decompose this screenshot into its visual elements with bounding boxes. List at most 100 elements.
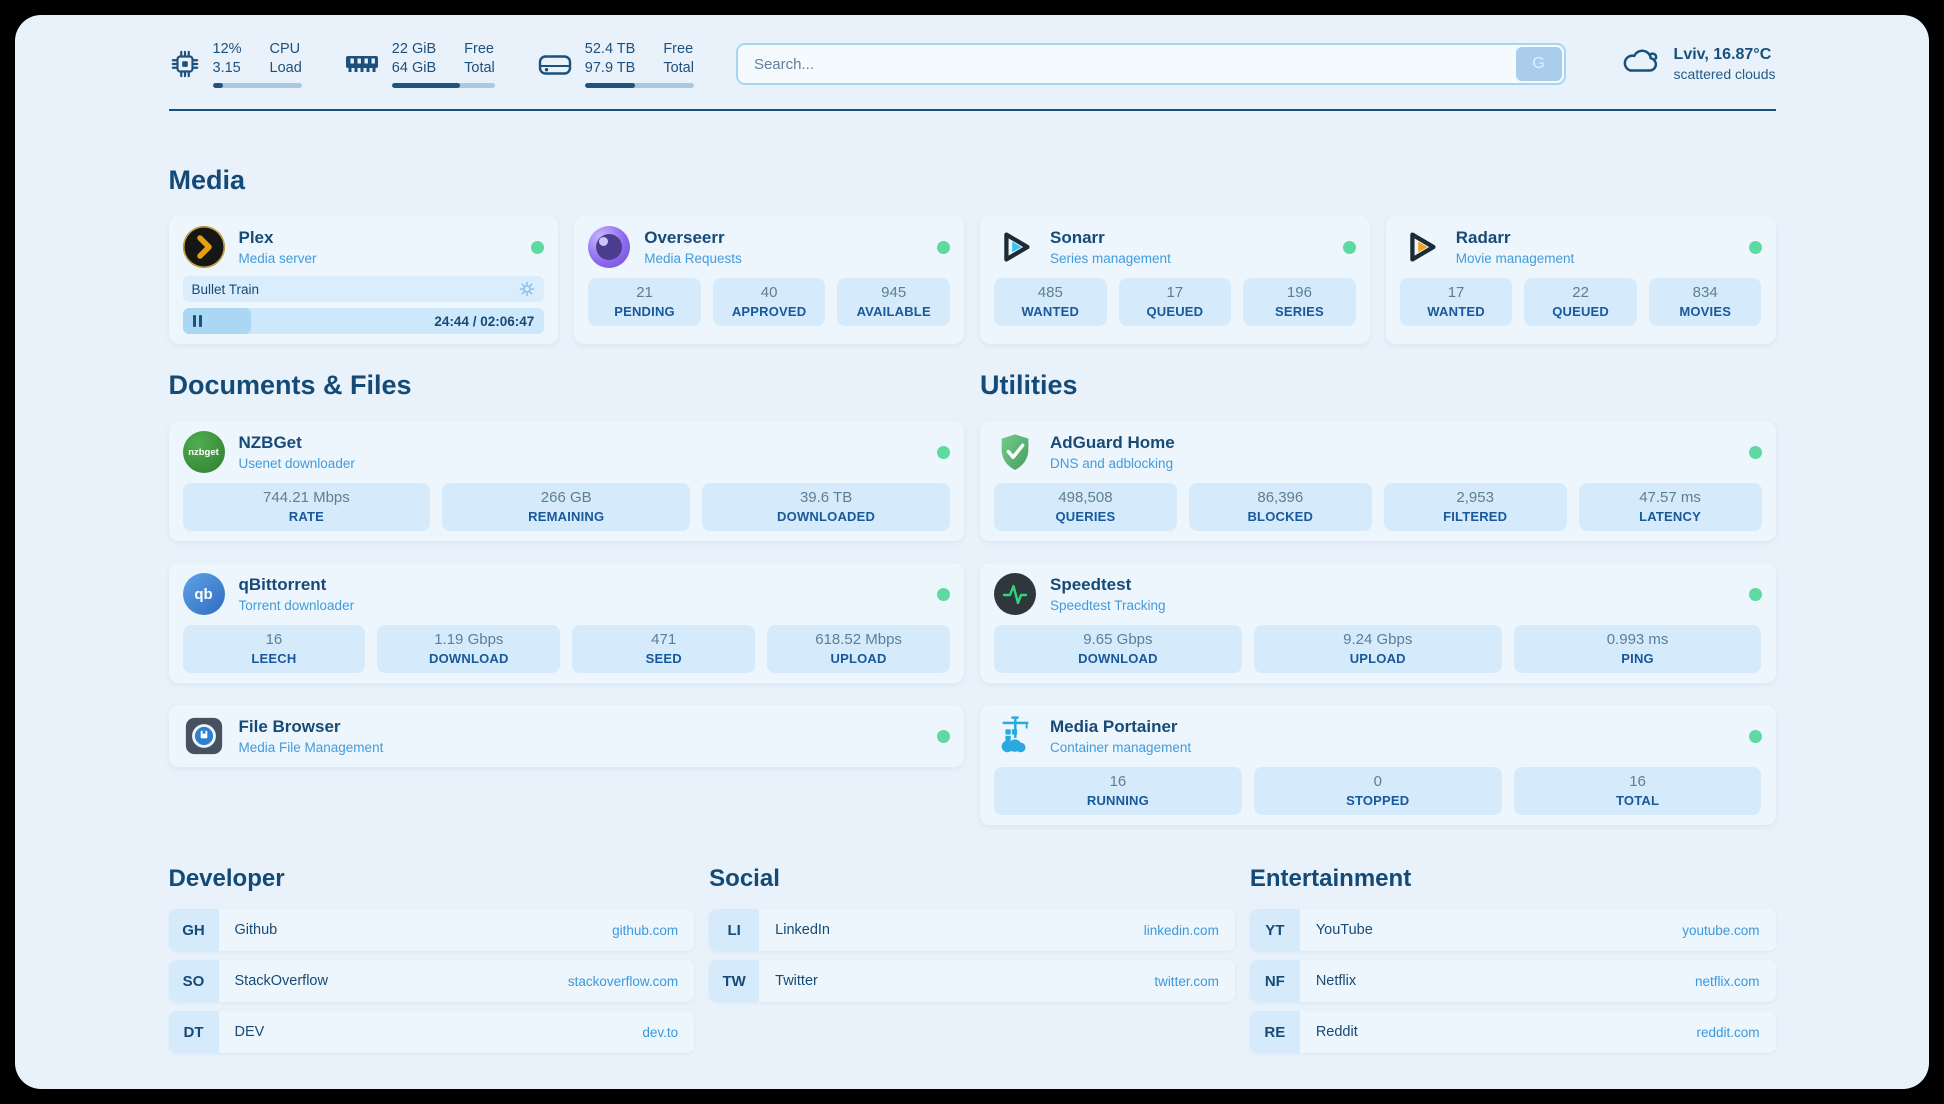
service-subtitle: Torrent downloader: [239, 598, 355, 613]
stat-box: 16RUNNING: [994, 767, 1242, 815]
status-dot: [1749, 730, 1762, 743]
portainer-card[interactable]: Media Portainer Container management 16R…: [980, 705, 1776, 825]
status-dot: [1749, 588, 1762, 601]
speedtest-card[interactable]: Speedtest Speedtest Tracking 9.65 GbpsDO…: [980, 563, 1776, 683]
service-subtitle: Speedtest Tracking: [1050, 598, 1166, 613]
disk-progress-bar: [585, 83, 694, 88]
overseerr-card[interactable]: Overseerr Media Requests 21PENDING 40APP…: [574, 216, 964, 344]
bookmark-netflix[interactable]: NF Netflix netflix.com: [1250, 960, 1776, 1002]
weather-widget: Lviv, 16.87°C scattered clouds: [1620, 45, 1776, 84]
bookmark-url[interactable]: github.com: [612, 923, 678, 938]
resource-widgets: 12%3.15 CPULoad 22: [169, 40, 694, 89]
playback-time: 24:44 / 02:06:47: [434, 314, 534, 329]
bookmark-name: StackOverflow: [235, 973, 328, 989]
utilities-column: Utilities AdGuard Home: [980, 344, 1776, 825]
bookmarks-area: Developer GH Github github.com SO StackO…: [169, 865, 1776, 1089]
service-subtitle: DNS and adblocking: [1050, 456, 1175, 471]
bookmark-url[interactable]: youtube.com: [1682, 923, 1759, 938]
bookmark-name: Netflix: [1316, 973, 1356, 989]
plex-card[interactable]: Plex Media server Bullet Train 24:44 /: [169, 216, 559, 344]
bookmark-github[interactable]: GH Github github.com: [169, 909, 695, 951]
service-name: Overseerr: [644, 228, 742, 248]
nzbget-card[interactable]: nzbget NZBGet Usenet downloader 744.21 M…: [169, 421, 965, 541]
bookmark-abbr: YT: [1250, 909, 1300, 951]
ram-total-label: Total: [464, 59, 495, 78]
bookmark-youtube[interactable]: YT YouTube youtube.com: [1250, 909, 1776, 951]
filebrowser-icon: [183, 715, 225, 757]
nzbget-icon: nzbget: [183, 431, 225, 473]
ram-free-value: 22 GiB: [392, 40, 436, 59]
media-cards-row: Plex Media server Bullet Train 24:44 /: [169, 216, 1776, 344]
service-name: NZBGet: [239, 433, 355, 453]
bookmark-url[interactable]: linkedin.com: [1144, 923, 1219, 938]
bookmark-abbr: NF: [1250, 960, 1300, 1002]
cpu-label: CPU: [270, 40, 302, 59]
filebrowser-card[interactable]: File Browser Media File Management: [169, 705, 965, 767]
google-search-button[interactable]: G: [1516, 47, 1562, 81]
bookmark-url[interactable]: twitter.com: [1154, 974, 1219, 989]
service-name: Sonarr: [1050, 228, 1171, 248]
section-title-developer: Developer: [169, 865, 695, 893]
playback-progress-bar[interactable]: 24:44 / 02:06:47: [183, 308, 545, 334]
bookmark-name: Github: [235, 922, 278, 938]
status-dot: [1749, 446, 1762, 459]
cpu-progress-bar: [213, 83, 302, 88]
weather-condition: scattered clouds: [1674, 65, 1776, 83]
status-dot: [1343, 241, 1356, 254]
service-subtitle: Container management: [1050, 740, 1191, 755]
cpu-load-value: 3.15: [213, 59, 242, 78]
stat-box: 21PENDING: [588, 278, 701, 326]
section-title-media: Media: [169, 165, 1776, 196]
bookmark-url[interactable]: reddit.com: [1696, 1025, 1759, 1040]
service-name: File Browser: [239, 717, 384, 737]
stat-box: 471SEED: [572, 625, 755, 673]
plex-icon: [183, 226, 225, 268]
stat-box: 266 GBREMAINING: [442, 483, 690, 531]
stat-box: 9.65 GbpsDOWNLOAD: [994, 625, 1242, 673]
bookmark-name: Reddit: [1316, 1024, 1358, 1040]
service-name: Radarr: [1456, 228, 1575, 248]
adguard-card[interactable]: AdGuard Home DNS and adblocking 498,508Q…: [980, 421, 1776, 541]
cpu-load-label: Load: [270, 59, 302, 78]
radarr-card[interactable]: Radarr Movie management 17WANTED 22QUEUE…: [1386, 216, 1776, 344]
stat-box: 17QUEUED: [1119, 278, 1232, 326]
bookmark-reddit[interactable]: RE Reddit reddit.com: [1250, 1011, 1776, 1053]
disk-total-label: Total: [663, 59, 694, 78]
bookmark-url[interactable]: dev.to: [642, 1025, 678, 1040]
stat-box: 2,953FILTERED: [1384, 483, 1567, 531]
overseerr-icon: [588, 226, 630, 268]
social-column: Social LI LinkedIn linkedin.com TW Twitt…: [709, 865, 1235, 1053]
cpu-icon: [169, 48, 201, 80]
bookmark-abbr: RE: [1250, 1011, 1300, 1053]
bookmark-stackoverflow[interactable]: SO StackOverflow stackoverflow.com: [169, 960, 695, 1002]
sonarr-icon: [994, 226, 1036, 268]
qbittorrent-card[interactable]: qb qBittorrent Torrent downloader 16LEEC…: [169, 563, 965, 683]
bookmark-url[interactable]: stackoverflow.com: [568, 974, 678, 989]
service-subtitle: Series management: [1050, 251, 1171, 266]
bookmark-url[interactable]: netflix.com: [1695, 974, 1760, 989]
gear-icon[interactable]: [519, 281, 535, 297]
service-subtitle: Media Requests: [644, 251, 742, 266]
dashboard-page: 12%3.15 CPULoad 22: [15, 15, 1929, 1089]
bookmark-linkedin[interactable]: LI LinkedIn linkedin.com: [709, 909, 1235, 951]
bookmark-twitter[interactable]: TW Twitter twitter.com: [709, 960, 1235, 1002]
service-subtitle: Media File Management: [239, 740, 384, 755]
status-dot: [937, 730, 950, 743]
stat-box: 16LEECH: [183, 625, 366, 673]
bookmark-dev[interactable]: DT DEV dev.to: [169, 1011, 695, 1053]
stat-box: 0.993 msPING: [1514, 625, 1762, 673]
stat-box: 9.24 GbpsUPLOAD: [1254, 625, 1502, 673]
disk-free-value: 52.4 TB: [585, 40, 636, 59]
stat-box: 17WANTED: [1400, 278, 1513, 326]
search-input[interactable]: [736, 43, 1566, 85]
bookmark-abbr: GH: [169, 909, 219, 951]
service-name: AdGuard Home: [1050, 433, 1175, 453]
developer-column: Developer GH Github github.com SO StackO…: [169, 865, 695, 1053]
disk-widget: 52.4 TB97.9 TB FreeTotal: [537, 40, 694, 89]
section-title-social: Social: [709, 865, 1235, 893]
service-name: Media Portainer: [1050, 717, 1191, 737]
stat-box: 40APPROVED: [713, 278, 826, 326]
sonarr-card[interactable]: Sonarr Series management 485WANTED 17QUE…: [980, 216, 1370, 344]
header-divider: [169, 109, 1776, 111]
pause-icon[interactable]: [193, 315, 202, 327]
